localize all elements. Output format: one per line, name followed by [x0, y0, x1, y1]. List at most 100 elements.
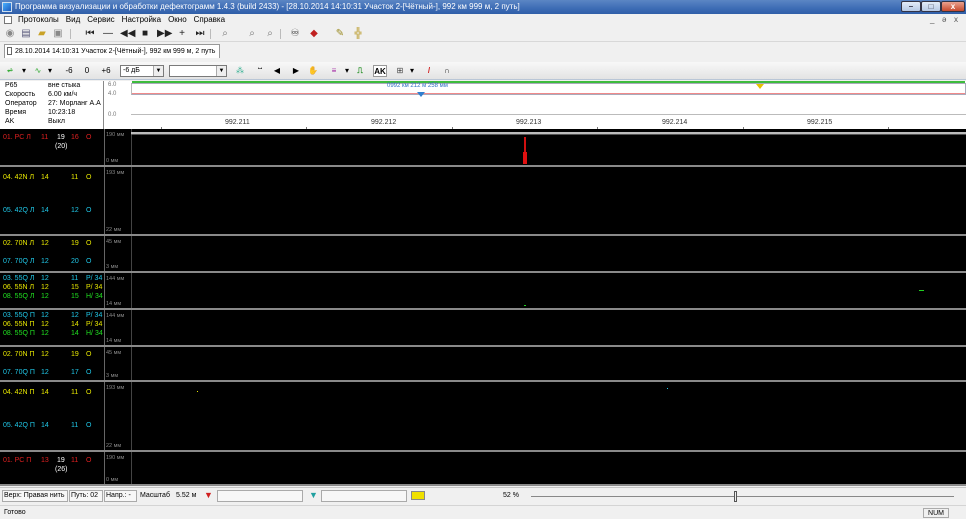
menu-help[interactable]: Справка [194, 15, 225, 24]
gain-minus6-button[interactable]: -6 [62, 65, 76, 77]
waveform-dropdown-icon[interactable]: ▾ [46, 65, 54, 77]
depth-top-label: 190 мм [106, 132, 125, 138]
minimize-button[interactable]: – [901, 1, 921, 12]
plus-icon[interactable]: + [176, 28, 188, 40]
signal-mode-dropdown-icon[interactable]: ▾ [20, 65, 28, 77]
next-icon[interactable]: ▶ [292, 65, 300, 77]
info-row-speed: Скорость 6.00 км/ч [5, 91, 77, 99]
menu-view[interactable]: Вид [66, 15, 80, 24]
scan-plot[interactable] [131, 129, 966, 486]
info-label: P65 [5, 82, 18, 89]
bookmark-marker-icon[interactable] [756, 84, 764, 89]
tab-document[interactable]: 28.10.2014 14:10:31 Участок 2-[Чётный-],… [4, 44, 221, 58]
ruler-icon[interactable] [411, 491, 425, 500]
defect-marker[interactable] [523, 137, 527, 164]
report-dropdown-icon[interactable]: ▾ [408, 65, 416, 77]
channel-lane[interactable]: 04. 42N П 14 11 О 05. 42Q П 14 11 О [0, 382, 104, 452]
zoom-in-icon[interactable]: ⌕ [264, 28, 276, 40]
device-icon[interactable]: ▤ [20, 28, 32, 40]
position-marker-icon[interactable] [417, 92, 425, 97]
lines-icon[interactable]: ≡ [328, 65, 340, 77]
channel-lane[interactable]: 02. 70N Л 12 19 О 07. 70Q Л 12 20 О [0, 236, 104, 273]
mdi-minimize-button[interactable]: _ [930, 15, 934, 24]
close-button[interactable]: x [941, 1, 965, 12]
next-marker-icon[interactable]: ▼ [309, 490, 318, 500]
chevron-down-icon: ▼ [216, 66, 226, 76]
km-label: 992.212 [371, 119, 397, 126]
maximize-button[interactable]: □ [921, 1, 941, 12]
ak-button[interactable]: AK [373, 65, 387, 77]
defectogram-area[interactable]: 01. РС Л 11 19 16 О (20) 04. 42N Л 14 11 О 05. 42Q… [0, 129, 966, 486]
go-start-icon[interactable]: ⏮ [84, 28, 96, 40]
mdi-close-button[interactable]: x [954, 15, 958, 24]
prev-icon[interactable]: ◀ [273, 65, 281, 77]
channel-name: 01. РС Л [3, 134, 31, 141]
waveform-icon[interactable]: ∿ [31, 65, 45, 77]
channel-lane[interactable]: 04. 42N Л 14 11 О 05. 42Q Л 14 12 О [0, 167, 104, 236]
edit-icon[interactable]: ✎ [334, 28, 346, 40]
minus-icon[interactable]: — [102, 28, 114, 40]
marker-icon[interactable]: ◆ [308, 28, 320, 40]
zoom-icon[interactable]: ⌕ [219, 28, 231, 40]
coordinate-ruler[interactable]: 6.0 4.0 0.0 0992 км 212 м 258 мм 992.211… [104, 81, 966, 130]
channels-icon[interactable]: ⁂ [234, 65, 246, 77]
menu-window[interactable]: Окно [168, 15, 187, 24]
disc-icon[interactable]: ◉ [4, 28, 16, 40]
channel-threshold: 15 [71, 284, 79, 291]
go-end-icon[interactable]: ⏭ [194, 28, 206, 40]
lines-dropdown-icon[interactable]: ▾ [343, 65, 351, 77]
gain-zero-button[interactable]: 0 [82, 65, 92, 77]
slash-icon[interactable]: / [424, 65, 434, 77]
gain-plus6-button[interactable]: +6 [99, 65, 113, 77]
scan-icon[interactable]: ⵯ [254, 65, 266, 77]
app-icon [2, 2, 12, 12]
title-bar[interactable]: Программа визуализации и обработки дефек… [0, 0, 966, 14]
channel-name: 06. 55N Л [3, 284, 35, 291]
signal-mode-icon[interactable]: ⩫ [4, 65, 16, 77]
info-row-time: Время 10:23:18 [5, 109, 75, 117]
channel-gain: 12 [41, 351, 49, 358]
open-folder-icon[interactable]: ▰ [36, 28, 48, 40]
channel-lane[interactable]: 03. 55Q Л 12 11 Р/ 34 06. 55N Л 12 15 Р/ 34 08. … [0, 273, 104, 310]
channel-gain: 12 [41, 240, 49, 247]
stop-icon[interactable]: ■ [139, 28, 151, 40]
prev-defect-icon[interactable]: ▼ [204, 490, 213, 500]
zoom-slider-track[interactable] [531, 496, 954, 497]
menu-settings[interactable]: Настройка [122, 15, 161, 24]
pulse-icon[interactable]: ⎍ [354, 65, 366, 77]
channel-legend: 01. РС Л 11 19 16 О (20) 04. 42N Л 14 11 О 05. 42Q… [0, 129, 104, 486]
current-coordinate-label: 0992 км 212 м 258 мм [387, 83, 448, 89]
zoom-out-icon[interactable]: ⌕ [246, 28, 258, 40]
depth-top-label: 190 мм [106, 455, 125, 461]
gain-select[interactable]: -6 дБ ▼ [120, 65, 164, 77]
km-label: 992.215 [807, 119, 833, 126]
channel-name: 01. РС П [3, 457, 32, 464]
channel-lane[interactable]: 01. РС П 13 19 11 О (26) [0, 452, 104, 486]
report-icon[interactable]: ⊞ [394, 65, 406, 77]
fast-forward-icon[interactable]: ▶▶ [157, 28, 172, 40]
channel-lane[interactable]: 03. 55Q П 12 12 Р/ 34 06. 55N П 12 14 Р/ 34 08. … [0, 310, 104, 347]
print-icon[interactable]: ▣ [52, 28, 64, 40]
menu-service[interactable]: Сервис [87, 15, 114, 24]
zoom-slider-thumb[interactable] [734, 491, 738, 502]
signal-dot [524, 305, 526, 306]
channel-threshold: 16 [71, 134, 79, 141]
channel-lane[interactable]: 02. 70N П 12 19 О 07. 70Q П 12 17 О [0, 347, 104, 382]
channel-value: 19 [57, 457, 65, 464]
binoculars-icon[interactable]: ♾ [289, 28, 301, 40]
hand-icon[interactable]: ✋ [306, 65, 320, 77]
mdi-restore-button[interactable]: ə [942, 15, 946, 24]
status-text: Готово [4, 509, 26, 516]
mode-select[interactable]: ▼ [169, 65, 227, 77]
rewind-icon[interactable]: ◀◀ [120, 28, 135, 40]
info-value: вне стыка [48, 82, 81, 89]
channel-lane[interactable]: 01. РС Л 11 19 16 О (20) [0, 129, 104, 167]
junction-icon[interactable]: ╬ [352, 28, 364, 40]
channel-mode: О [86, 389, 92, 396]
channel-threshold: 20 [71, 258, 79, 265]
menu-protocols[interactable]: Протоколы [18, 15, 59, 24]
headphones-icon[interactable]: ∩ [440, 65, 454, 77]
channel-mode: Р/ 34 [86, 275, 103, 282]
tab-document-label: 28.10.2014 14:10:31 Участок 2-[Чётный-],… [15, 48, 216, 55]
channel-mode: Р/ 34 [86, 321, 103, 328]
